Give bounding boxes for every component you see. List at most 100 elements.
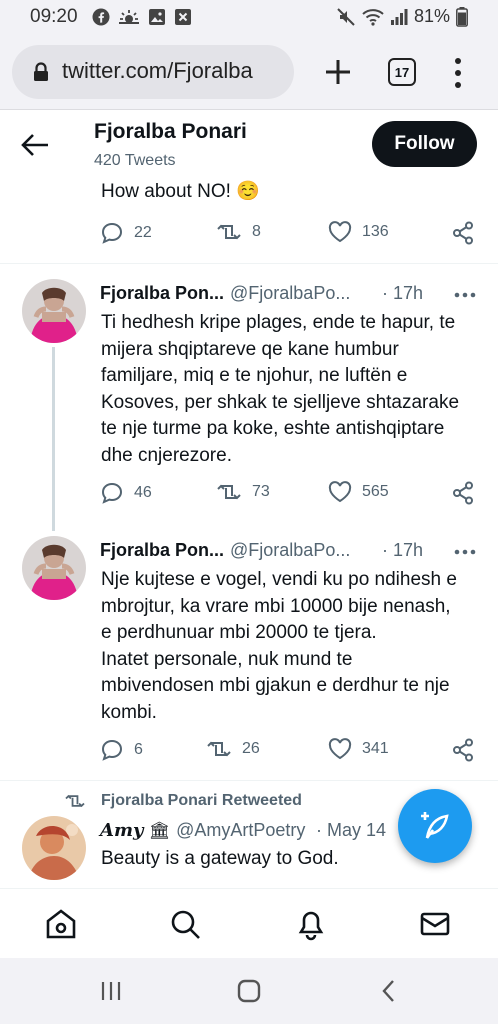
heart-icon: [328, 481, 352, 503]
tweet-text: Nje kujtese e vogel, vendi ku po ndihesh…: [101, 567, 481, 726]
tweet-text: Beauty is a gateway to God.: [101, 848, 339, 869]
url-text: twitter.com/Fjoralba: [62, 58, 253, 83]
bottom-navigation: [0, 888, 498, 958]
like-button[interactable]: 565: [328, 481, 389, 503]
tweet-time[interactable]: · May 14: [316, 820, 386, 841]
like-button[interactable]: 136: [328, 221, 389, 243]
lock-icon: [34, 62, 48, 81]
author-name[interactable]: Fjoralba Pon...: [100, 283, 224, 303]
tweet-header: Amy 🏛 @AmyArtPoetry · May 14: [100, 820, 386, 841]
tweet-line: kombi.: [101, 701, 157, 723]
reply-button[interactable]: 6: [100, 738, 143, 762]
signal-icon: [390, 8, 408, 25]
close-box-icon: [175, 9, 191, 25]
gallery-icon: [149, 9, 165, 25]
battery-icon: [456, 6, 468, 27]
tweet-line: Nje kujtese e vogel, vendi ku po ndihesh…: [101, 569, 457, 590]
tweet-line: Kosoves, per shkak te sjelljeve shtazara…: [101, 391, 460, 413]
retweet-count: 26: [242, 740, 260, 757]
weather-icon: [119, 10, 139, 24]
search-icon[interactable]: [168, 907, 202, 941]
divider: [0, 780, 498, 781]
tweet-line: mbrojtur, ka vrare mbi 10000 bije nenash…: [101, 595, 451, 617]
divider: [0, 263, 498, 264]
new-tab-button[interactable]: [320, 54, 356, 90]
reply-count: 22: [134, 224, 152, 241]
share-icon: [453, 221, 473, 245]
reply-icon: [101, 482, 123, 504]
reply-icon: [101, 739, 123, 761]
tweet-line: dhe cnjerezore.: [101, 444, 232, 466]
android-navigation-bar: [0, 958, 498, 1024]
follow-button[interactable]: Follow: [372, 121, 477, 167]
retweeted-icon: [65, 794, 85, 808]
status-bar: 09:20 81%: [0, 0, 498, 36]
like-count: 136: [362, 223, 389, 240]
tweet-line: e perdhunuar mbi 20000 te tjera.: [101, 622, 377, 643]
retweet-count: 73: [252, 483, 270, 500]
mute-icon: [337, 7, 355, 26]
status-time: 09:20: [30, 6, 78, 27]
more-options-icon[interactable]: [454, 285, 476, 305]
retweet-icon: [217, 224, 241, 240]
tweet-actions: 22 8 136: [100, 221, 476, 249]
avatar[interactable]: [22, 816, 86, 880]
retweet-button[interactable]: 8: [216, 221, 261, 243]
thread-line: [52, 347, 55, 531]
avatar[interactable]: [22, 536, 86, 600]
avatar[interactable]: [22, 279, 86, 343]
like-count: 341: [362, 740, 389, 757]
back-button-icon[interactable]: [376, 978, 402, 1004]
share-icon: [453, 738, 473, 762]
bell-icon[interactable]: [294, 907, 328, 941]
retweet-icon: [207, 741, 231, 757]
heart-icon: [328, 221, 352, 243]
more-options-icon[interactable]: [454, 542, 476, 562]
reply-button[interactable]: 22: [100, 221, 152, 245]
browser-menu-button[interactable]: [446, 56, 470, 90]
share-button[interactable]: [452, 738, 474, 762]
author-handle[interactable]: @AmyArtPoetry: [176, 820, 305, 840]
address-bar[interactable]: twitter.com/Fjoralba: [12, 45, 294, 99]
reply-button[interactable]: 46: [100, 481, 152, 505]
reply-icon: [101, 222, 123, 244]
home-button-icon[interactable]: [236, 978, 262, 1004]
author-name[interactable]: Amy: [100, 820, 143, 841]
tweet-time[interactable]: · 17h: [382, 283, 423, 304]
author-name[interactable]: Fjoralba Pon...: [100, 540, 224, 560]
retweet-icon: [217, 484, 241, 500]
tweet-header: Fjoralba Pon... @FjoralbaPo... · 17h: [100, 283, 423, 304]
retweet-button[interactable]: 26: [206, 738, 260, 760]
share-icon: [453, 481, 473, 505]
tweet-line: mbivendosen mbi gjakun e derdhur te nje: [101, 675, 450, 696]
heart-icon: [328, 738, 352, 760]
retweet-count: 8: [252, 223, 261, 240]
compose-tweet-icon: [421, 812, 449, 839]
museum-icon: 🏛: [148, 821, 171, 840]
status-right: 81%: [336, 6, 468, 27]
home-icon[interactable]: [44, 907, 78, 941]
mail-icon[interactable]: [418, 907, 452, 941]
tweet-line: mijera shqiptareve qe kane humbur: [101, 338, 399, 360]
like-button[interactable]: 341: [328, 738, 389, 760]
profile-header: Fjoralba Ponari 420 Tweets Follow: [0, 110, 498, 176]
author-handle[interactable]: @FjoralbaPo...: [230, 283, 350, 303]
back-arrow-icon[interactable]: [20, 132, 50, 158]
share-button[interactable]: [452, 221, 474, 245]
tweet-line: familjare, miq e te njohur, ne luftën e: [101, 365, 408, 386]
author-handle[interactable]: @FjoralbaPo...: [230, 540, 350, 560]
share-button[interactable]: [452, 481, 474, 505]
retweeted-by[interactable]: Fjoralba Ponari Retweeted: [101, 792, 302, 810]
tweet-time[interactable]: · 17h: [382, 540, 423, 561]
compose-tweet-button[interactable]: [398, 789, 472, 863]
tweet-text: Ti hedhesh kripe plages, ende te hapur, …: [101, 310, 481, 469]
tweet-line: Inatet personale, nuk mund te: [101, 648, 353, 670]
tabs-button[interactable]: 17: [388, 58, 416, 86]
tweet-actions: 6 26 341: [100, 738, 476, 766]
retweet-button[interactable]: 73: [216, 481, 270, 503]
reply-count: 46: [134, 484, 152, 501]
profile-name: Fjoralba Ponari: [94, 120, 247, 143]
browser-toolbar: twitter.com/Fjoralba 17: [0, 36, 498, 110]
recent-apps-icon[interactable]: [98, 978, 124, 1004]
tweet-line: te nje turme pa koke, eshte antishqiptar…: [101, 418, 445, 439]
